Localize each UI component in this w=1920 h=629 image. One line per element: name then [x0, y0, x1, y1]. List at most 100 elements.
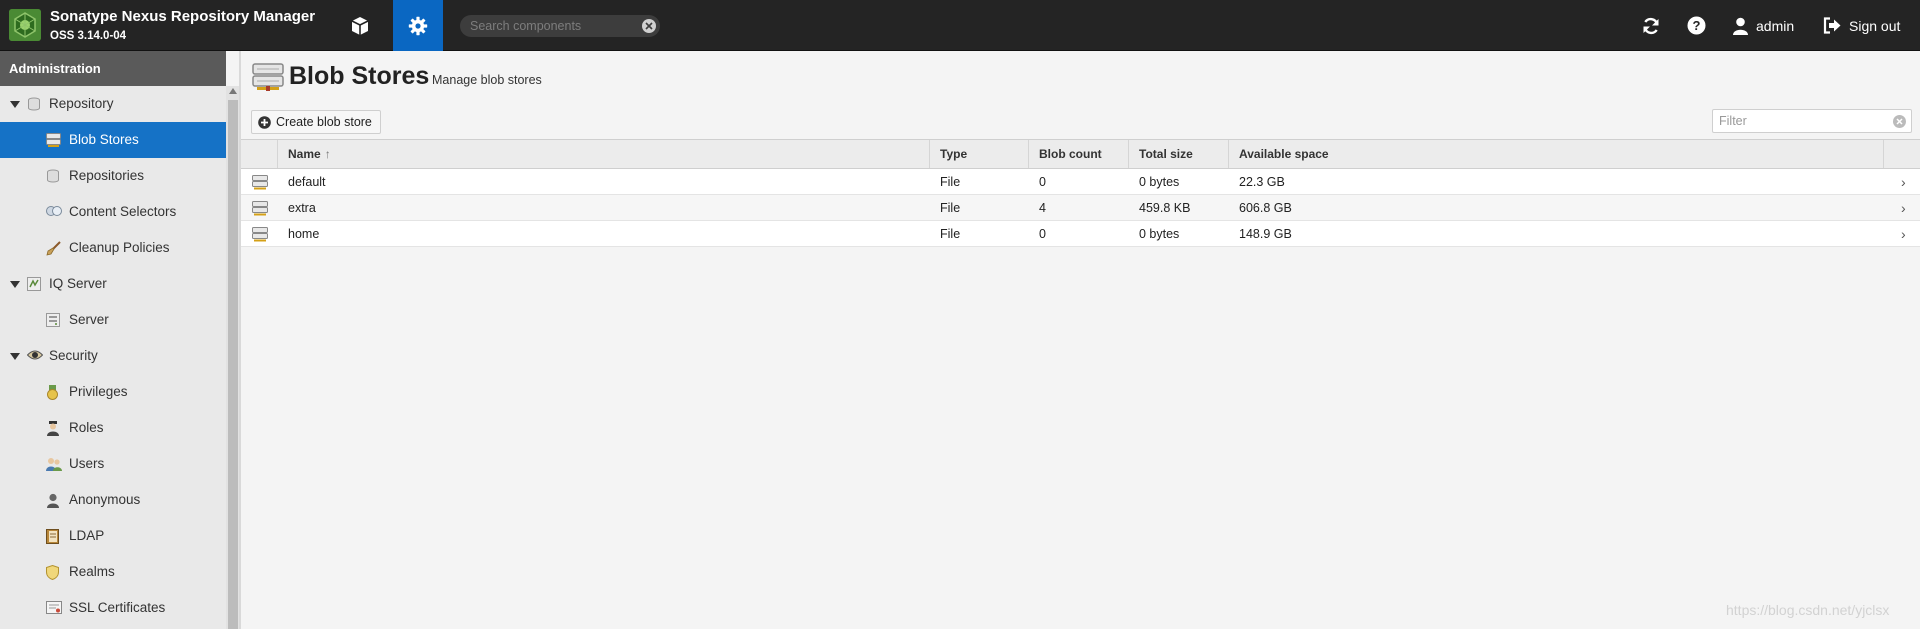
row-chevron-icon[interactable]: › — [1901, 221, 1906, 247]
app-version: OSS 3.14.0-04 — [50, 30, 127, 42]
table-row[interactable]: extra File 4 459.8 KB 606.8 GB › — [241, 195, 1920, 221]
cell-available-space: 148.9 GB — [1239, 227, 1292, 241]
content-selector-icon — [46, 205, 62, 220]
refresh-button[interactable] — [1641, 0, 1669, 51]
column-label: Total size — [1139, 147, 1193, 161]
nav-item-ldap[interactable]: LDAP — [0, 518, 226, 554]
nav-label: Anonymous — [69, 492, 141, 507]
svg-text:?: ? — [1693, 18, 1701, 33]
nav-item-privileges[interactable]: Privileges — [0, 374, 226, 410]
column-header-name[interactable]: Name ↑ — [278, 140, 930, 168]
browse-mode-button[interactable] — [335, 0, 385, 51]
cell-blob-count: 0 — [1039, 227, 1046, 241]
filter-clear-icon[interactable] — [1893, 115, 1906, 128]
nav-item-ssl-certificates[interactable]: SSL Certificates — [0, 590, 226, 626]
nav-label: SSL Certificates — [69, 600, 166, 615]
cell-type: File — [940, 175, 961, 189]
cell-blob-count: 0 — [1039, 175, 1046, 189]
cell-type: File — [940, 227, 961, 241]
column-header-blob-count[interactable]: Blob count — [1029, 140, 1129, 168]
icon-column-header — [241, 140, 278, 168]
plus-circle-icon — [258, 115, 271, 129]
table-row[interactable]: home File 0 0 bytes 148.9 GB › — [241, 221, 1920, 247]
nav-item-content-selectors[interactable]: Content Selectors — [0, 194, 226, 230]
anonymous-icon — [46, 493, 60, 511]
nav-item-repository[interactable]: Repository — [0, 86, 226, 122]
cell-total-size: 459.8 KB — [1139, 201, 1191, 215]
nav-label: Security — [49, 348, 98, 363]
certificate-icon — [46, 601, 62, 617]
blob-store-icon — [252, 201, 268, 219]
expand-triangle-icon[interactable] — [10, 281, 20, 288]
search-clear-icon[interactable] — [642, 19, 656, 33]
table-row[interactable]: default File 0 0 bytes 22.3 GB › — [241, 169, 1920, 195]
nav-label: LDAP — [69, 528, 105, 543]
grid-header: Name ↑ Type Blob count Total size Availab… — [241, 139, 1920, 169]
expand-triangle-icon[interactable] — [10, 353, 20, 360]
nav-item-anonymous[interactable]: Anonymous — [0, 482, 226, 518]
nav-label: Privileges — [69, 384, 128, 399]
column-label: Available space — [1239, 147, 1329, 161]
help-button[interactable]: ? — [1687, 0, 1714, 51]
database-icon — [46, 169, 60, 186]
column-label: Blob count — [1039, 147, 1102, 161]
nexus-logo-icon[interactable] — [9, 9, 41, 41]
user-icon — [1733, 17, 1748, 35]
filter-input[interactable] — [1719, 110, 1889, 132]
cell-name: default — [288, 175, 326, 189]
row-chevron-icon[interactable]: › — [1901, 195, 1906, 221]
iq-server-icon — [27, 277, 41, 294]
blob-store-icon — [252, 175, 268, 193]
nav-item-realms[interactable]: Realms — [0, 554, 226, 590]
blob-store-icon — [252, 63, 284, 94]
column-header-total-size[interactable]: Total size — [1129, 140, 1229, 168]
create-blob-store-label: Create blob store — [276, 115, 372, 129]
column-label: Name — [288, 147, 321, 161]
cell-available-space: 606.8 GB — [1239, 201, 1292, 215]
column-label: Type — [940, 147, 968, 161]
nav-item-blob-stores[interactable]: Blob Stores — [0, 122, 226, 158]
cube-icon — [351, 16, 369, 35]
users-icon — [46, 457, 62, 474]
role-icon — [46, 421, 60, 439]
blob-store-icon — [252, 227, 268, 245]
expand-triangle-icon[interactable] — [10, 101, 20, 108]
nav-item-users[interactable]: Users — [0, 446, 226, 482]
sidebar-title: Administration — [0, 51, 226, 86]
nav-label: Content Selectors — [69, 204, 177, 219]
column-header-available-space[interactable]: Available space — [1229, 140, 1884, 168]
sign-out-button[interactable]: Sign out — [1823, 0, 1900, 51]
nav-item-server[interactable]: Server — [0, 302, 226, 338]
user-menu-button[interactable]: admin — [1733, 0, 1794, 51]
create-blob-store-button[interactable]: Create blob store — [251, 110, 381, 134]
username-label: admin — [1756, 17, 1795, 34]
nav-item-cleanup-policies[interactable]: Cleanup Policies — [0, 230, 226, 266]
cell-total-size: 0 bytes — [1139, 227, 1180, 241]
top-header: Sonatype Nexus Repository Manager OSS 3.… — [0, 0, 1920, 51]
watermark: https://blog.csdn.net/yjclsx — [1726, 602, 1890, 618]
nav-label: Roles — [69, 420, 104, 435]
filter-box — [1712, 109, 1912, 133]
search-components-input[interactable] — [470, 15, 635, 37]
nav-item-security[interactable]: Security — [0, 338, 226, 374]
page-subtitle: Manage blob stores — [432, 73, 542, 87]
sidebar-scrollbar-thumb[interactable] — [228, 100, 238, 629]
row-chevron-icon[interactable]: › — [1901, 169, 1906, 195]
column-header-type[interactable]: Type — [930, 140, 1029, 168]
page-title: Blob Stores — [289, 62, 430, 90]
cell-blob-count: 4 — [1039, 201, 1046, 215]
main-panel: Blob Stores Manage blob stores Create bl… — [241, 51, 1920, 629]
eye-icon — [26, 349, 44, 364]
scroll-up-arrow-icon[interactable] — [229, 88, 237, 94]
admin-mode-button[interactable] — [393, 0, 443, 51]
nav-item-roles[interactable]: Roles — [0, 410, 226, 446]
blob-store-icon — [46, 133, 61, 150]
sign-out-icon — [1823, 17, 1841, 34]
search-components — [460, 15, 660, 37]
sign-out-label: Sign out — [1849, 17, 1901, 34]
nav-item-repositories[interactable]: Repositories — [0, 158, 226, 194]
cell-available-space: 22.3 GB — [1239, 175, 1285, 189]
nav-label: Blob Stores — [69, 132, 139, 147]
nav-item-iq-server[interactable]: IQ Server — [0, 266, 226, 302]
ldap-book-icon — [46, 529, 59, 547]
